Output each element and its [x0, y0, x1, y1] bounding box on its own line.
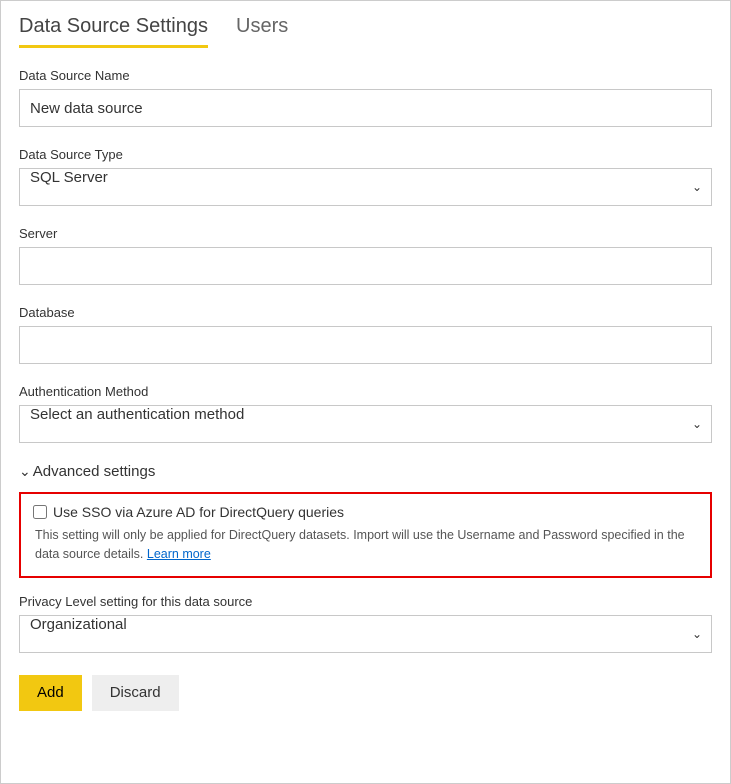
- privacy-level-label: Privacy Level setting for this data sour…: [19, 594, 712, 609]
- field-auth-method: Authentication Method Select an authenti…: [19, 384, 712, 443]
- server-label: Server: [19, 226, 712, 241]
- field-data-source-name: Data Source Name: [19, 68, 712, 127]
- data-source-name-input[interactable]: [19, 89, 712, 127]
- form-area: Data Source Name Data Source Type SQL Se…: [1, 48, 730, 729]
- advanced-settings-label: Advanced settings: [33, 463, 156, 480]
- tabs-bar: Data Source Settings Users: [1, 1, 730, 48]
- data-source-type-label: Data Source Type: [19, 147, 712, 162]
- button-row: Add Discard: [19, 675, 712, 711]
- add-button[interactable]: Add: [19, 675, 82, 711]
- field-server: Server: [19, 226, 712, 285]
- database-label: Database: [19, 305, 712, 320]
- sso-description-text: This setting will only be applied for Di…: [35, 528, 685, 561]
- auth-method-select[interactable]: Select an authentication method: [19, 405, 712, 443]
- field-database: Database: [19, 305, 712, 364]
- database-input[interactable]: [19, 326, 712, 364]
- discard-button[interactable]: Discard: [92, 675, 179, 711]
- field-privacy-level: Privacy Level setting for this data sour…: [19, 594, 712, 653]
- tab-users[interactable]: Users: [236, 9, 288, 48]
- tab-data-source-settings[interactable]: Data Source Settings: [19, 9, 208, 48]
- advanced-settings-toggle[interactable]: ⌄ Advanced settings: [19, 463, 712, 480]
- learn-more-link[interactable]: Learn more: [147, 547, 211, 561]
- data-source-type-select[interactable]: SQL Server: [19, 168, 712, 206]
- sso-checkbox-label: Use SSO via Azure AD for DirectQuery que…: [53, 504, 344, 520]
- chevron-down-icon: ⌄: [19, 463, 31, 480]
- field-data-source-type: Data Source Type SQL Server ⌄: [19, 147, 712, 206]
- auth-method-label: Authentication Method: [19, 384, 712, 399]
- data-source-name-label: Data Source Name: [19, 68, 712, 83]
- privacy-level-select[interactable]: Organizational: [19, 615, 712, 653]
- server-input[interactable]: [19, 247, 712, 285]
- sso-checkbox[interactable]: [33, 505, 47, 519]
- sso-description: This setting will only be applied for Di…: [33, 526, 698, 564]
- sso-highlight-box: Use SSO via Azure AD for DirectQuery que…: [19, 492, 712, 578]
- sso-checkbox-row: Use SSO via Azure AD for DirectQuery que…: [33, 504, 698, 520]
